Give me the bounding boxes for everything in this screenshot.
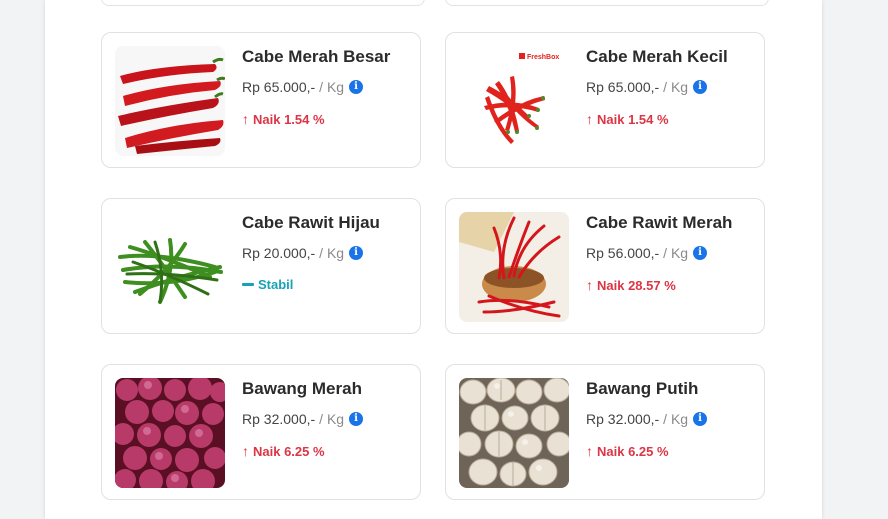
info-circle-icon[interactable]: i [693, 412, 708, 426]
commodity-name: Cabe Merah Besar [242, 47, 391, 66]
arrow-up-icon: ↑ [586, 277, 593, 293]
previous-card-edge [445, 0, 769, 6]
price-value: Rp 65.000,- [586, 79, 660, 95]
info-circle-icon[interactable]: i [693, 80, 708, 94]
info-circle-icon[interactable]: i [693, 246, 708, 260]
price-row: Rp 56.000,- / Kg i [586, 245, 708, 261]
previous-card-edge [101, 0, 425, 6]
price-unit: / Kg [663, 245, 689, 261]
commodity-image: FreshBox [459, 46, 569, 156]
arrow-up-icon: ↑ [242, 111, 249, 127]
trend-indicator: ↑ Naik 1.54 % [242, 111, 325, 127]
commodity-name: Cabe Rawit Hijau [242, 213, 380, 232]
commodity-name: Cabe Rawit Merah [586, 213, 733, 232]
commodity-image [115, 378, 225, 488]
trend-label: Naik 6.25 % [597, 443, 669, 459]
trend-label: Naik 1.54 % [253, 111, 325, 127]
commodity-card-bawang-merah[interactable]: Bawang Merah Rp 32.000,- / Kg i ↑ Naik 6… [101, 364, 421, 500]
commodity-card-cabe-merah-kecil[interactable]: FreshBox Cabe Merah Kecil Rp 65.000,- / … [445, 32, 765, 168]
commodity-card-cabe-rawit-merah[interactable]: Cabe Rawit Merah Rp 56.000,- / Kg i ↑ Na… [445, 198, 765, 334]
trend-label: Naik 28.57 % [597, 277, 676, 293]
price-row: Rp 32.000,- / Kg i [242, 411, 364, 427]
freshbox-watermark: FreshBox [527, 54, 559, 61]
trend-label: Naik 1.54 % [597, 111, 669, 127]
price-value: Rp 20.000,- [242, 245, 316, 261]
price-row: Rp 65.000,- / Kg i [242, 79, 364, 95]
trend-indicator: ↑ Naik 6.25 % [242, 443, 325, 459]
commodity-image [115, 46, 225, 156]
info-circle-icon[interactable]: i [349, 412, 364, 426]
minus-icon [242, 283, 254, 286]
price-value: Rp 56.000,- [586, 245, 660, 261]
commodity-name: Bawang Merah [242, 379, 362, 398]
price-row: Rp 32.000,- / Kg i [586, 411, 708, 427]
trend-indicator: Stabil [242, 277, 293, 292]
info-circle-icon[interactable]: i [349, 80, 364, 94]
price-value: Rp 32.000,- [586, 411, 660, 427]
info-circle-icon[interactable]: i [349, 246, 364, 260]
commodity-card-cabe-rawit-hijau[interactable]: Cabe Rawit Hijau Rp 20.000,- / Kg i Stab… [101, 198, 421, 334]
trend-label: Stabil [258, 277, 294, 292]
price-value: Rp 65.000,- [242, 79, 316, 95]
price-unit: / Kg [319, 79, 345, 95]
arrow-up-icon: ↑ [586, 443, 593, 459]
price-unit: / Kg [663, 411, 689, 427]
trend-label: Naik 6.25 % [253, 443, 325, 459]
price-unit: / Kg [663, 79, 689, 95]
trend-indicator: ↑ Naik 28.57 % [586, 277, 676, 293]
price-value: Rp 32.000,- [242, 411, 316, 427]
trend-indicator: ↑ Naik 6.25 % [586, 443, 669, 459]
commodity-card-cabe-merah-besar[interactable]: Cabe Merah Besar Rp 65.000,- / Kg i ↑ Na… [101, 32, 421, 168]
arrow-up-icon: ↑ [242, 443, 249, 459]
commodity-name: Cabe Merah Kecil [586, 47, 728, 66]
price-row: Rp 20.000,- / Kg i [242, 245, 364, 261]
price-unit: / Kg [319, 411, 345, 427]
commodity-image [115, 212, 225, 322]
commodity-name: Bawang Putih [586, 379, 699, 398]
commodity-image [459, 212, 569, 322]
price-list-panel: Cabe Merah Besar Rp 65.000,- / Kg i ↑ Na… [45, 0, 822, 519]
price-unit: / Kg [319, 245, 345, 261]
commodity-card-bawang-putih[interactable]: Bawang Putih Rp 32.000,- / Kg i ↑ Naik 6… [445, 364, 765, 500]
trend-indicator: ↑ Naik 1.54 % [586, 111, 669, 127]
price-row: Rp 65.000,- / Kg i [586, 79, 708, 95]
arrow-up-icon: ↑ [586, 111, 593, 127]
commodity-image [459, 378, 569, 488]
